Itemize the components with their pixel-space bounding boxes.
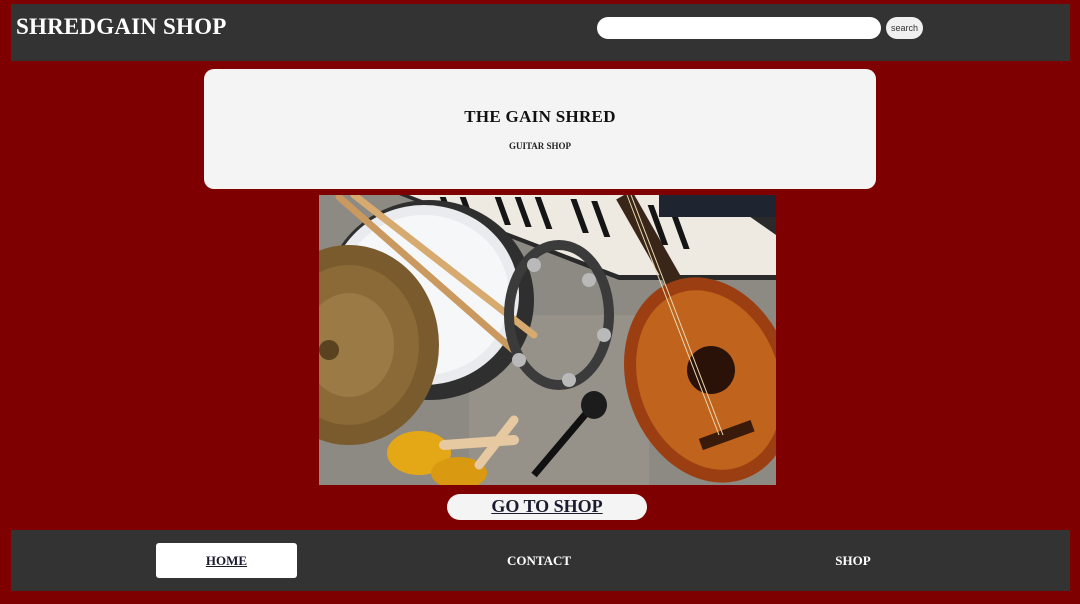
search-input[interactable]: [597, 17, 881, 39]
go-to-shop-button[interactable]: GO TO SHOP: [447, 494, 647, 520]
nav-home[interactable]: HOME: [156, 543, 297, 578]
footer-navbar: HOME CONTACT SHOP: [11, 530, 1070, 591]
go-to-shop-label: GO TO SHOP: [491, 496, 603, 516]
nav-shop[interactable]: SHOP: [791, 543, 915, 578]
hero-subtitle: GUITAR SHOP: [508, 141, 572, 151]
hero-card: THE GAIN SHRED GUITAR SHOP: [204, 69, 876, 189]
brand-logo-text[interactable]: SHREDGAIN SHOP: [16, 14, 226, 40]
nav-contact[interactable]: CONTACT: [471, 543, 607, 578]
top-navbar: SHREDGAIN SHOP search: [11, 4, 1070, 61]
hero-title: THE GAIN SHRED: [464, 107, 616, 126]
search-button[interactable]: search: [886, 17, 923, 39]
instruments-photo: [319, 195, 776, 485]
